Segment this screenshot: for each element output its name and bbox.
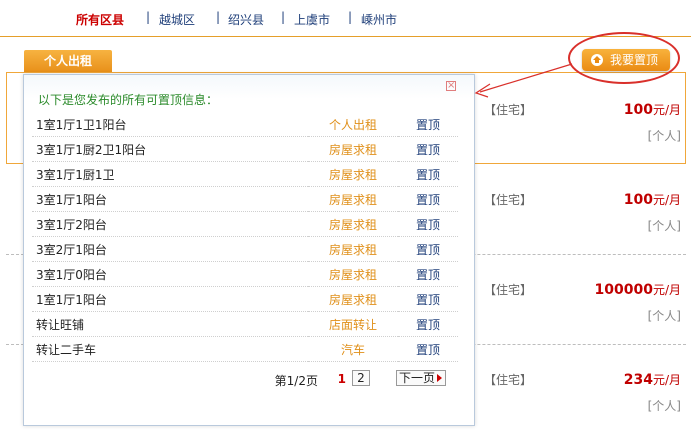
- post-title: 1室1厅1卫1阳台: [32, 112, 308, 137]
- listing-price: 100元/月: [623, 102, 681, 118]
- post-title: 1室1厅1阳台: [32, 286, 308, 312]
- table-row: 转让二手车 汽车 置顶: [32, 336, 458, 362]
- post-category: 店面转让: [308, 311, 398, 337]
- table-row: 1室1厅1阳台 房屋求租 置顶: [32, 286, 458, 312]
- region-yuecheng[interactable]: 越城区: [159, 11, 195, 28]
- listing-type: 【住宅】: [484, 103, 533, 117]
- post-title: 3室1厅1厨1卫: [32, 161, 308, 187]
- post-category: 汽车: [308, 336, 398, 362]
- pin-link[interactable]: 置顶: [398, 211, 458, 237]
- pin-link[interactable]: 置顶: [398, 161, 458, 187]
- nav-separator: |: [146, 10, 151, 24]
- listing-poster: [个人]: [647, 129, 681, 143]
- table-row: 3室1厅0阳台 房屋求租 置顶: [32, 261, 458, 287]
- region-shaoxing[interactable]: 绍兴县: [228, 11, 264, 28]
- triangle-right-icon: [437, 374, 442, 382]
- post-title: 3室1厅1厨2卫1阳台: [32, 136, 308, 162]
- pin-link[interactable]: 置顶: [398, 311, 458, 337]
- highlight-ellipse: [568, 32, 680, 84]
- page-info: 第1/2页: [274, 374, 318, 388]
- post-category: 房屋求租: [308, 161, 398, 187]
- table-row: 转让旺铺 店面转让 置顶: [32, 311, 458, 337]
- post-category: 房屋求租: [308, 186, 398, 212]
- pin-link[interactable]: 置顶: [398, 336, 458, 362]
- listing-poster: [个人]: [647, 219, 681, 233]
- table-row: 3室1厅1厨1卫 房屋求租 置顶: [32, 161, 458, 187]
- post-category: 房屋求租: [308, 136, 398, 162]
- region-shangyu[interactable]: 上虞市: [294, 11, 330, 28]
- pin-link[interactable]: 置顶: [398, 236, 458, 262]
- listing-type: 【住宅】: [484, 283, 533, 297]
- post-category: 房屋求租: [308, 286, 398, 312]
- post-title: 3室1厅0阳台: [32, 261, 308, 287]
- pin-link[interactable]: 置顶: [398, 286, 458, 312]
- post-title: 转让二手车: [32, 336, 308, 362]
- post-category: 个人出租: [308, 112, 398, 137]
- table-row: 1室1厅1卫1阳台 个人出租 置顶: [32, 112, 458, 137]
- post-category: 房屋求租: [308, 236, 398, 262]
- next-page-button[interactable]: 下一页: [396, 370, 446, 386]
- close-icon[interactable]: ×: [446, 81, 456, 91]
- pin-link[interactable]: 置顶: [398, 136, 458, 162]
- pinnable-list: 1室1厅1卫1阳台 个人出租 置顶 3室1厅1厨2卫1阳台 房屋求租 置顶 3室1厅1厨…: [32, 112, 458, 362]
- listing-poster: [个人]: [647, 309, 681, 323]
- page-2-button[interactable]: 2: [352, 370, 370, 386]
- pin-link[interactable]: 置顶: [398, 261, 458, 287]
- nav-separator: |: [348, 10, 353, 24]
- region-shengzhou[interactable]: 嵊州市: [361, 11, 397, 28]
- pin-link[interactable]: 置顶: [398, 112, 458, 137]
- post-title: 3室1厅2阳台: [32, 211, 308, 237]
- listing-type: 【住宅】: [484, 193, 533, 207]
- post-category: 房屋求租: [308, 211, 398, 237]
- post-title: 3室1厅1阳台: [32, 186, 308, 212]
- tab-personal-rent[interactable]: 个人出租: [24, 50, 112, 72]
- region-all[interactable]: 所有区县: [76, 11, 124, 28]
- listing-price: 100元/月: [623, 192, 681, 208]
- page-current: 1: [337, 372, 346, 386]
- table-row: 3室1厅2阳台 房屋求租 置顶: [32, 211, 458, 237]
- post-title: 转让旺铺: [32, 311, 308, 337]
- table-row: 3室1厅1厨2卫1阳台 房屋求租 置顶: [32, 136, 458, 162]
- nav-separator: |: [216, 10, 221, 24]
- table-row: 3室1厅1阳台 房屋求租 置顶: [32, 186, 458, 212]
- post-category: 房屋求租: [308, 261, 398, 287]
- listing-price: 100000元/月: [594, 282, 682, 298]
- dialog-intro: 以下是您发布的所有可置顶信息：: [38, 93, 219, 107]
- listing-price: 234元/月: [623, 372, 681, 388]
- post-title: 3室2厅1阳台: [32, 236, 308, 262]
- listing-type: 【住宅】: [484, 373, 533, 387]
- region-nav: 所有区县 | 越城区 | 绍兴县 | 上虞市 | 嵊州市: [0, 0, 691, 37]
- nav-separator: |: [281, 10, 286, 24]
- listing-poster: [个人]: [647, 399, 681, 413]
- pin-top-dialog: × 以下是您发布的所有可置顶信息： 1室1厅1卫1阳台 个人出租 置顶 3室1厅1厨…: [23, 74, 475, 426]
- table-row: 3室2厅1阳台 房屋求租 置顶: [32, 236, 458, 262]
- pin-link[interactable]: 置顶: [398, 186, 458, 212]
